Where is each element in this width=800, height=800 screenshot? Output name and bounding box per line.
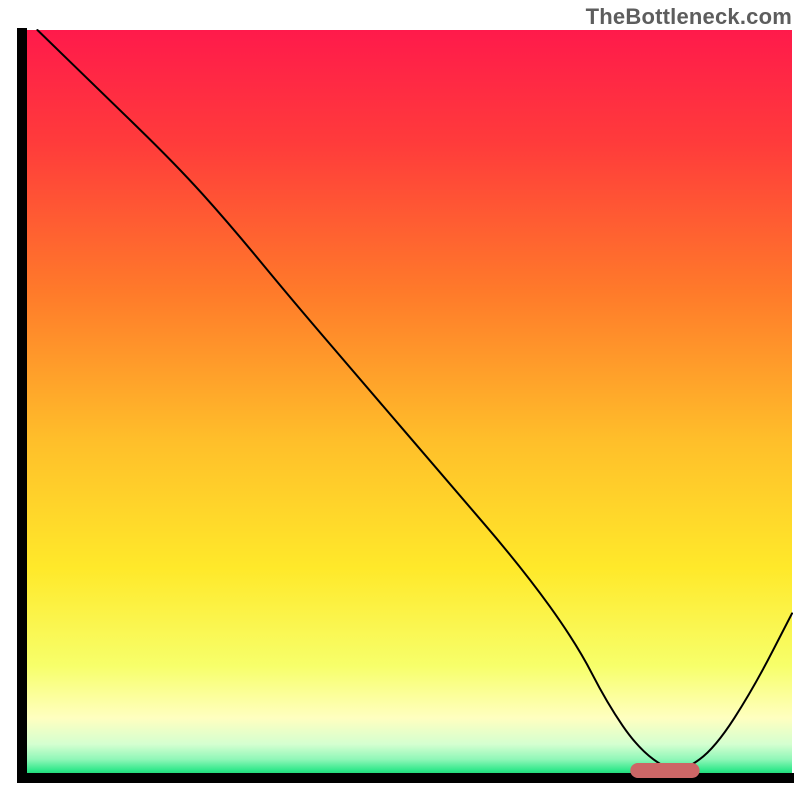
optimal-range xyxy=(630,763,699,778)
bottleneck-chart: TheBottleneck.com xyxy=(0,0,800,800)
chart-plot-area xyxy=(0,0,800,800)
gradient-background xyxy=(22,30,792,778)
watermark-text: TheBottleneck.com xyxy=(586,4,792,30)
